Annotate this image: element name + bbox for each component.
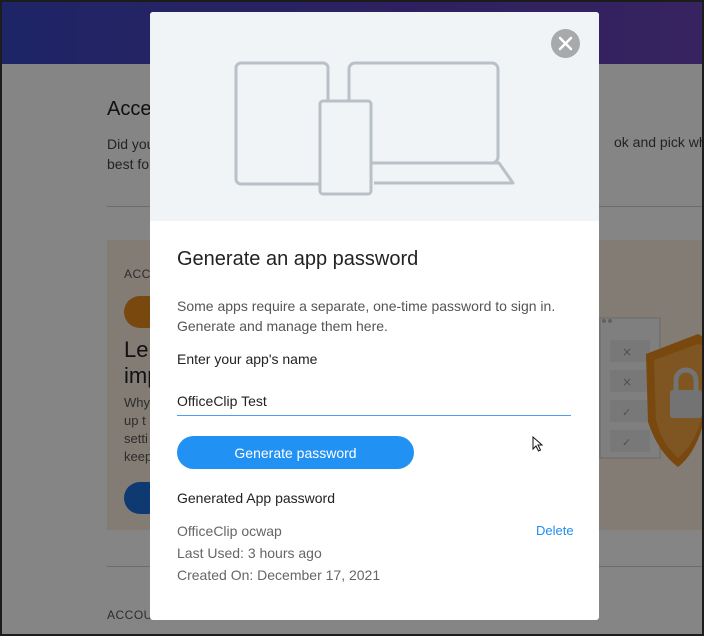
password-created-on: Created On: December 17, 2021 bbox=[177, 567, 381, 583]
window-frame: Acce Did you best fo ok and pick what' A… bbox=[0, 0, 704, 636]
delete-password-link[interactable]: Delete bbox=[536, 523, 574, 538]
dialog-title: Generate an app password bbox=[177, 248, 419, 270]
close-icon bbox=[558, 36, 573, 51]
mouse-cursor-icon bbox=[532, 436, 544, 452]
generated-section-title: Generated App password bbox=[177, 490, 335, 506]
devices-illustration-icon bbox=[234, 61, 515, 196]
app-name-input[interactable] bbox=[177, 386, 571, 416]
app-password-dialog: Generate an app password Some apps requi… bbox=[150, 12, 599, 620]
app-name-label: Enter your app's name bbox=[177, 351, 318, 367]
dialog-hero bbox=[150, 12, 599, 221]
generate-password-button[interactable]: Generate password bbox=[177, 436, 414, 469]
password-entry-name: OfficeClip ocwap bbox=[177, 523, 282, 539]
dialog-description: Some apps require a separate, one-time p… bbox=[177, 298, 556, 334]
password-last-used: Last Used: 3 hours ago bbox=[177, 545, 322, 561]
close-button[interactable] bbox=[551, 29, 580, 58]
